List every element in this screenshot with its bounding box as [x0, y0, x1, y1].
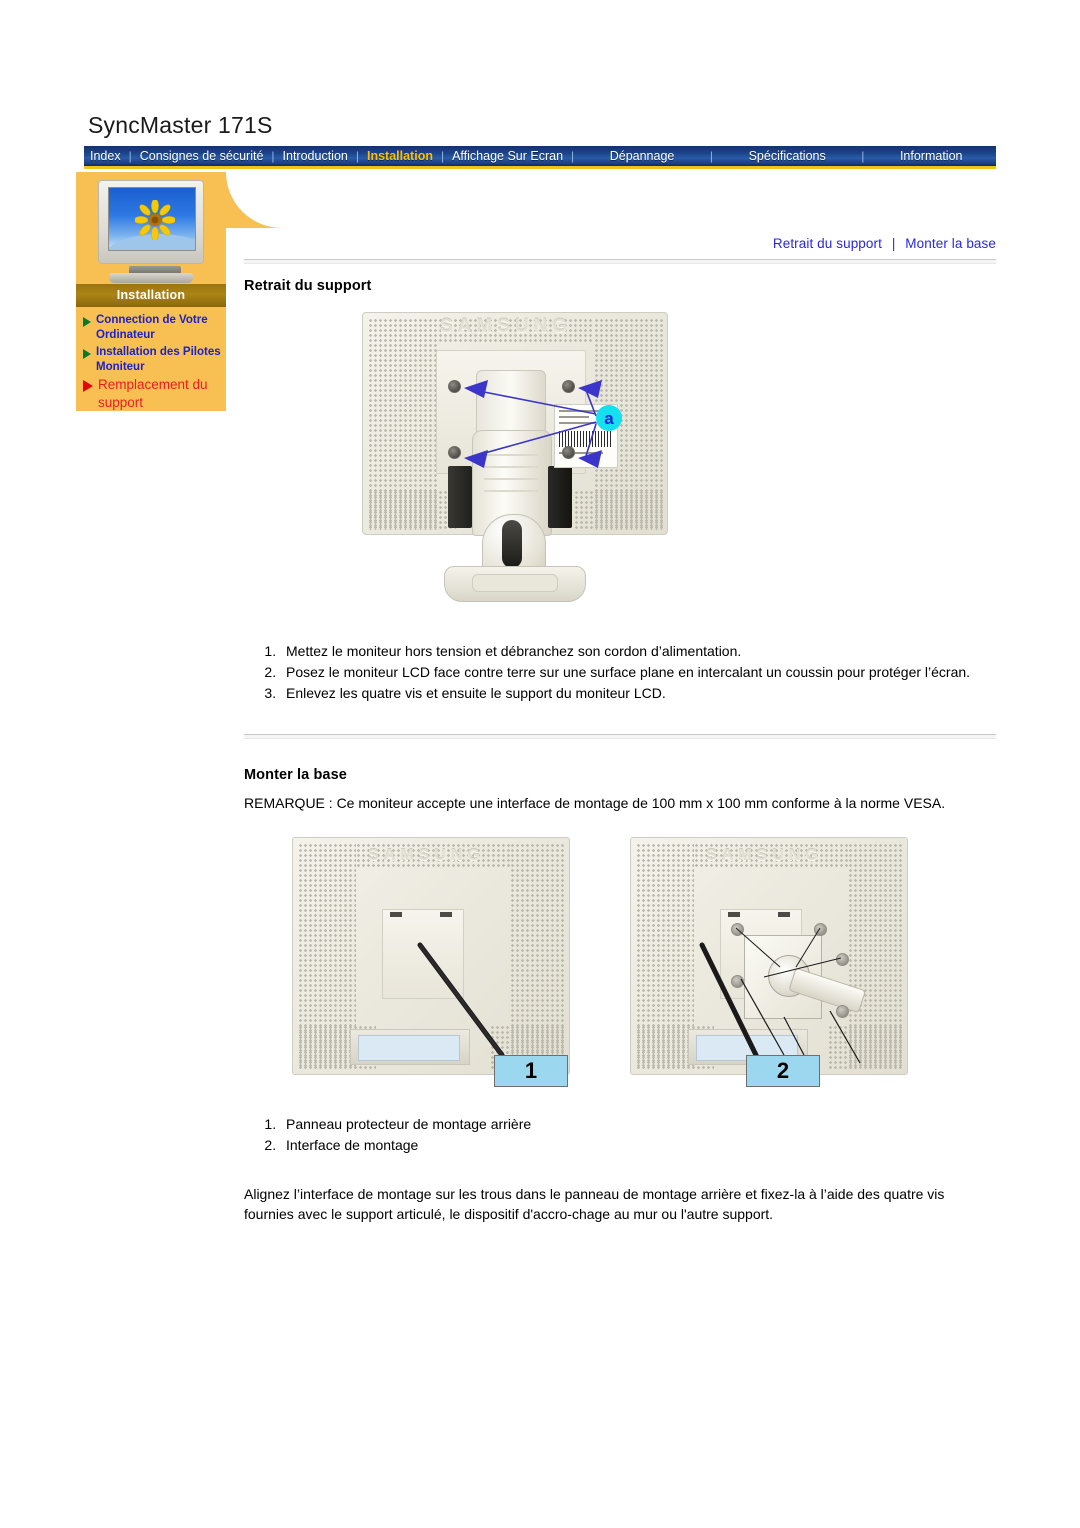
- stand-ridge: [484, 490, 538, 492]
- sidebar-item-installation-pilotes[interactable]: Installation des Pilotes Moniteur: [80, 345, 226, 376]
- screw-bottom-left: [448, 446, 461, 459]
- nav-separator: |: [355, 149, 359, 163]
- nav-item-information[interactable]: Information: [894, 150, 969, 163]
- screw-top-right: [562, 380, 575, 393]
- nav-item-index[interactable]: Index: [84, 150, 127, 163]
- sidebar-item-label: Remplacement du support: [98, 377, 208, 410]
- stand-bracket-left: [448, 466, 472, 528]
- breadcrumb: Retrait du support | Monter la base: [244, 236, 996, 259]
- monitor-sunflower-thumbnail: [95, 180, 207, 284]
- bracket-screw-hole: [836, 1004, 849, 1018]
- vesa-note: REMARQUE : Ce moniteur accepte une inter…: [244, 794, 946, 811]
- sidebar-panel: Installation Connection de Votre Ordinat…: [76, 172, 288, 412]
- brand-emboss: SAMSUNG: [368, 846, 485, 864]
- cover-clip: [390, 911, 402, 917]
- breadcrumb-link-monter-la-base[interactable]: Monter la base: [905, 236, 996, 251]
- monitor-bezel: [98, 180, 204, 275]
- list-item: Mettez le moniteur hors tension et débra…: [280, 642, 976, 662]
- nav-item-installation[interactable]: Installation: [361, 150, 439, 163]
- list-item: Panneau protecteur de montage arrière: [280, 1115, 976, 1135]
- rear-mount-cover-panel: [382, 908, 464, 999]
- figure-label-1: 1: [494, 1054, 568, 1087]
- cable-slot: [502, 520, 522, 568]
- nav-separator: |: [128, 149, 132, 163]
- sunflower-icon: [135, 200, 175, 240]
- stand-ridge: [484, 454, 538, 456]
- sidebar-section-label: Installation: [76, 284, 226, 307]
- nav-item-specifications[interactable]: Spécifications: [743, 150, 832, 163]
- sidebar: Installation Connection de Votre Ordinat…: [76, 172, 288, 412]
- nav-separator: |: [271, 149, 275, 163]
- mount-instructions-paragraph: Alignez l’interface de montage sur les t…: [244, 1185, 945, 1222]
- sidebar-item-remplacement-support[interactable]: Remplacement du support: [80, 376, 226, 411]
- nav-item-affichage-sur-ecran[interactable]: Affichage Sur Ecran: [446, 150, 569, 163]
- nav-separator: |: [571, 149, 575, 163]
- stand-base-inner: [472, 574, 558, 592]
- cover-clip: [440, 911, 452, 917]
- triangle-bullet-icon: [83, 317, 91, 327]
- content-area: Retrait du support | Monter la base Retr…: [244, 236, 996, 1224]
- page-title: SyncMaster 171S: [88, 112, 273, 138]
- removal-steps-list: Mettez le moniteur hors tension et débra…: [244, 642, 996, 704]
- screw-top-left: [448, 380, 461, 393]
- spec-label-left: [358, 1034, 460, 1061]
- sidebar-item-connection-ordinateur[interactable]: Connection de Votre Ordinateur: [80, 313, 226, 344]
- stand-ridge: [484, 478, 538, 480]
- breadcrumb-link-retrait-du-support[interactable]: Retrait du support: [773, 236, 882, 251]
- nav-separator: |: [709, 149, 714, 163]
- callout-a-badge: a: [596, 405, 622, 431]
- breadcrumb-separator: |: [891, 236, 896, 251]
- sidebar-item-label: Connection de Votre Ordinateur: [96, 314, 208, 342]
- nav-separator: |: [861, 149, 865, 163]
- nav-separator: |: [440, 149, 445, 163]
- section-heading-retrait-du-support: Retrait du support: [244, 278, 372, 294]
- vesa-mount-figure: SAMSUNG SAMSUNG 1 2: [244, 827, 996, 1097]
- stand-ridge: [484, 466, 538, 468]
- bracket-screw-hole: [731, 974, 744, 988]
- divider-middle: [244, 733, 996, 739]
- cover-clip: [778, 911, 790, 917]
- triangle-bullet-icon: [83, 380, 93, 393]
- nav-item-consignes-de-securite[interactable]: Consignes de sécurité: [134, 150, 270, 163]
- main-navigation-bar: Index | Consignes de sécurité | Introduc…: [84, 146, 996, 169]
- figure-label-2: 2: [746, 1054, 820, 1087]
- figure-legend-list: Panneau protecteur de montage arrière In…: [244, 1115, 996, 1156]
- vent-grille-bottom-right: [828, 1024, 902, 1069]
- section-heading-monter-la-base: Monter la base: [244, 766, 347, 783]
- vent-grille-bottom-left: [368, 490, 458, 530]
- brand-emboss: SAMSUNG: [440, 316, 573, 337]
- bracket-screw-hole: [836, 952, 849, 966]
- bracket-screw-hole: [731, 922, 744, 936]
- sidebar-menu: Connection de Votre Ordinateur Installat…: [76, 307, 226, 411]
- list-item: Interface de montage: [280, 1136, 976, 1156]
- sidebar-corner-notch: [226, 172, 288, 228]
- bracket-screw-hole: [814, 922, 827, 936]
- list-item: Enlevez les quatre vis et ensuite le sup…: [280, 684, 976, 704]
- nav-item-depannage[interactable]: Dépannage: [604, 150, 681, 163]
- stand-bracket-right: [548, 466, 572, 528]
- monitor-rear-with-stand-figure: SAMSUNG a: [244, 304, 996, 634]
- sidebar-item-label: Installation des Pilotes Moniteur: [96, 345, 221, 373]
- nav-item-introduction[interactable]: Introduction: [277, 150, 354, 163]
- vent-grille-bottom-right: [574, 490, 664, 530]
- divider-top: [244, 259, 996, 264]
- brand-emboss: SAMSUNG: [706, 846, 823, 864]
- monitor-screen: [108, 187, 196, 251]
- list-item: Posez le moniteur LCD face contre terre …: [280, 663, 976, 683]
- monitor-base: [109, 273, 193, 283]
- triangle-bullet-icon: [83, 348, 91, 359]
- screw-bottom-right: [562, 446, 575, 459]
- cover-clip: [728, 911, 740, 917]
